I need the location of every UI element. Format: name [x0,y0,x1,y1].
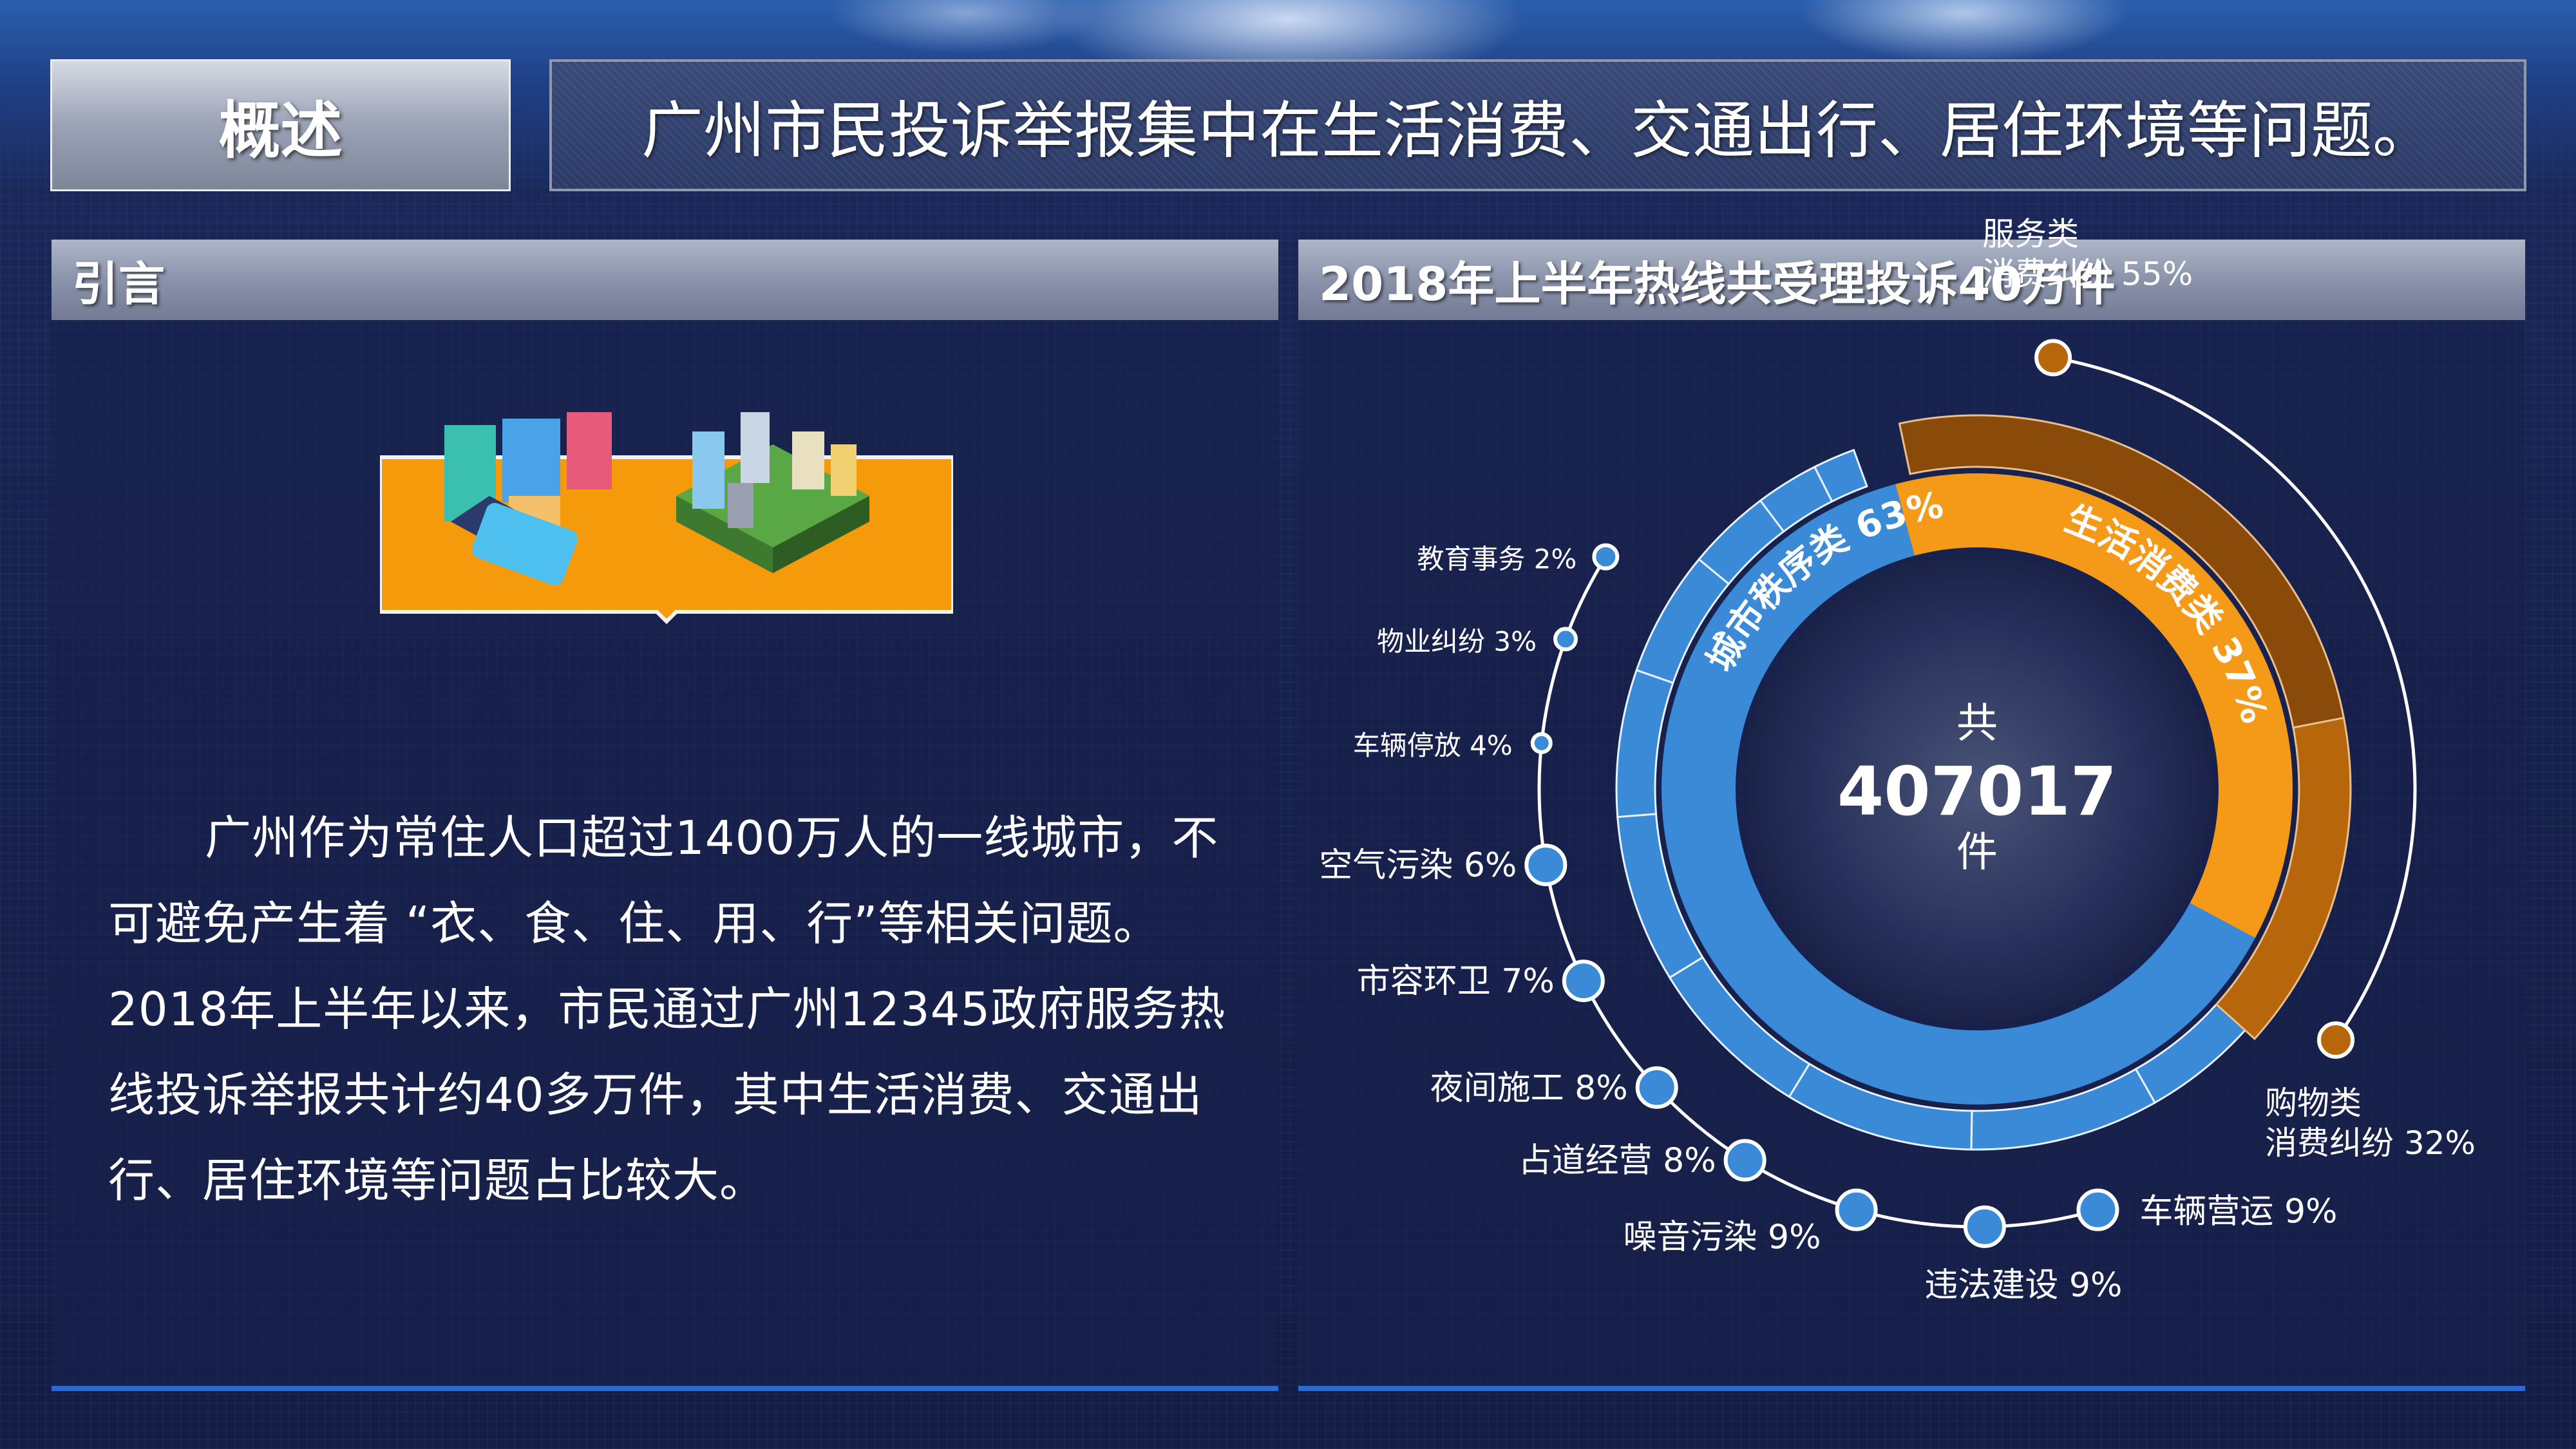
order-marker-8 [1530,732,1553,754]
order-label-6: 市容环卫 7% [1357,962,1555,1001]
center-suffix: 件 [1956,829,1998,876]
order-marker-7 [1524,844,1567,887]
consumption-label-1-line1: 服务类 [1982,215,2079,252]
order-marker-2 [1963,1205,2006,1248]
right-accent-line [1298,1386,2525,1391]
order-marker-5 [1635,1066,1678,1109]
consumption-marker-1 [2034,339,2072,377]
order-label-5: 夜间施工 8% [1430,1069,1628,1108]
order-marker-9 [1553,627,1578,652]
order-marker-10 [1592,543,1620,571]
consumption-label-2-line1: 购物类 [2265,1084,2362,1122]
consumption-label-1-line2: 消费纠纷 55% [1982,255,2193,292]
center-total: 407017 [1837,752,2117,831]
order-label-2: 违法建设 9% [1924,1266,2122,1305]
left-accent-line [52,1386,1278,1391]
order-label-7: 空气污染 6% [1319,846,1517,885]
order-marker-3 [1835,1188,1878,1231]
order-marker-6 [1562,960,1605,1003]
order-label-4: 占道经营 8% [1519,1142,1716,1180]
consumption-marker-2 [2317,1021,2355,1059]
consumption-label-2-line2: 消费纠纷 32% [2265,1124,2476,1162]
order-label-9: 物业纠纷 3% [1377,625,1537,657]
order-label-8: 车辆停放 4% [1353,730,1513,761]
order-label-10: 教育事务 2% [1417,544,1577,575]
order-marker-4 [1723,1139,1766,1182]
center-prefix: 共 [1956,700,1998,748]
order-label-3: 噪音污染 9% [1624,1218,1821,1257]
complaint-donut-chart: 城市秩序类 63% 生活消费类 37%共407017件车辆营运 9%违法建设 9%… [1319,215,2476,1305]
order-marker-1 [2076,1188,2119,1231]
order-label-1: 车辆营运 9% [2139,1193,2337,1231]
